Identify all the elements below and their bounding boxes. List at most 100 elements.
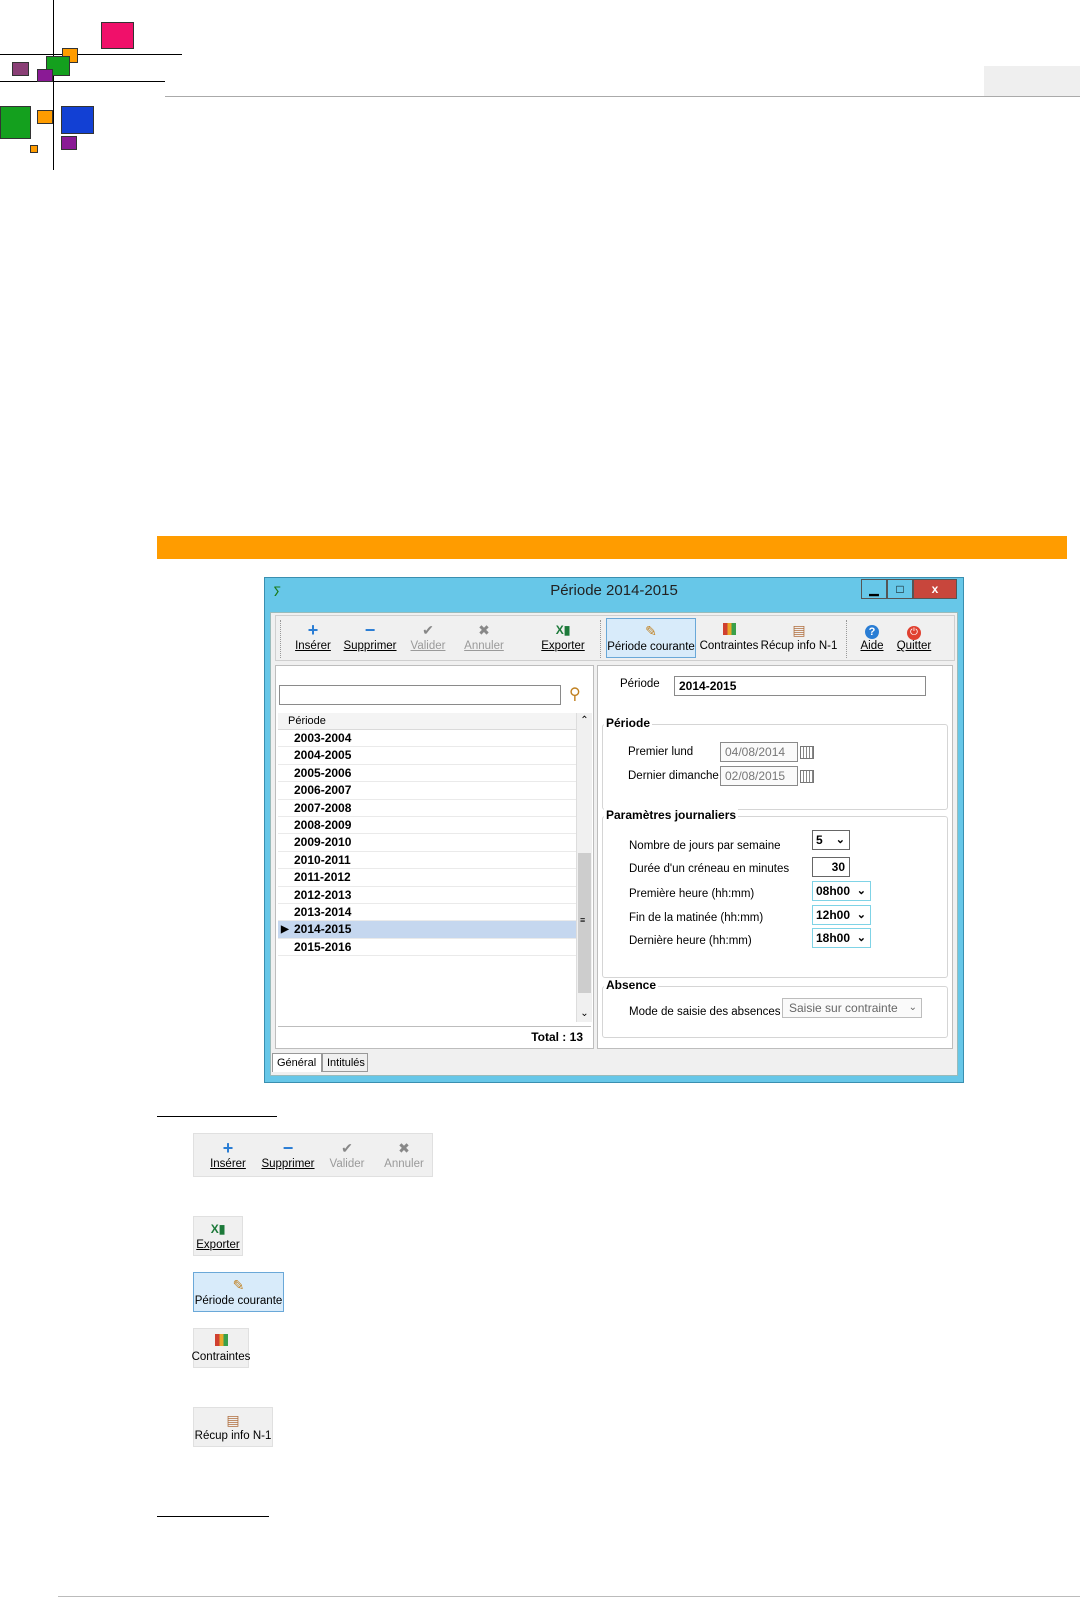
row-label: 2010-2011 (294, 852, 351, 867)
list-row[interactable]: ▶ 2014-2015 (278, 921, 576, 939)
edit-icon: ✎ (232, 1277, 245, 1293)
group-periode-title: Période (604, 716, 653, 730)
help-button[interactable]: ? Aide (856, 618, 888, 658)
row-label: 2006-2007 (294, 783, 352, 798)
duree-field[interactable]: 30 (812, 857, 850, 877)
total-count: Total : 13 (278, 1026, 591, 1047)
cancel-button[interactable]: ✖ Annuler (462, 618, 506, 658)
period-list-panel: ⚲ Période 2003-2004 2004-2005 2005-2006 200… (275, 665, 594, 1049)
periode-label: Période (620, 678, 660, 690)
tab-intitules[interactable]: Intitulés (322, 1053, 368, 1072)
list-row[interactable]: 2005-2006 (278, 765, 576, 783)
quit-button[interactable]: ⏻ Quitter (894, 618, 934, 658)
tab-general[interactable]: Général (272, 1053, 322, 1072)
row-label: 2004-2005 (294, 748, 352, 763)
power-icon: ⏻ (907, 621, 921, 640)
check-icon: ✔ (422, 622, 434, 638)
current-period-button[interactable]: ✎ Période courante (606, 618, 696, 658)
mode-absence-label: Mode de saisie des absences (629, 1006, 781, 1018)
row-label: 2005-2006 (294, 765, 352, 780)
help-icon: ? (865, 621, 879, 639)
section-underline (157, 1116, 277, 1117)
plus-icon: + (222, 1138, 234, 1158)
export-button[interactable]: X▮ Exporter (538, 618, 588, 658)
derniere-heure-select[interactable]: 18h00 ⌄ (812, 928, 871, 948)
chevron-down-icon: ⌄ (856, 885, 866, 897)
constraints-button[interactable]: Contraintes (700, 618, 758, 658)
calendar-icon[interactable] (800, 770, 814, 783)
delete-button[interactable]: − Supprimer (342, 618, 398, 658)
mode-absence-select[interactable]: Saisie sur contrainte ⌄ (782, 998, 922, 1018)
chevron-down-icon: ⌄ (835, 834, 845, 846)
row-pointer-icon: ▶ (281, 924, 289, 936)
grid-icon (722, 621, 736, 639)
maximize-button[interactable]: □ (887, 579, 913, 599)
list-row[interactable]: 2006-2007 (278, 782, 576, 800)
list-row[interactable]: 2007-2008 (278, 800, 576, 817)
list-scrollbar[interactable]: ⌃ ≡ ⌄ (576, 713, 592, 1022)
row-label: 2012-2013 (294, 887, 352, 902)
search-input[interactable] (279, 685, 561, 705)
row-label: 2009-2010 (294, 835, 352, 850)
chevron-down-icon: ⌄ (856, 909, 866, 921)
premiere-heure-label: Première heure (hh:mm) (629, 888, 755, 900)
excel-icon: X▮ (555, 623, 571, 637)
derniere-heure-label: Dernière heure (hh:mm) (629, 935, 752, 947)
jours-select[interactable]: 5 ⌄ (812, 830, 850, 850)
validate-button[interactable]: ✔ Valider (408, 618, 448, 658)
list-row[interactable]: 2012-2013 (278, 887, 576, 904)
recup-button[interactable]: ▤ Récup info N-1 (761, 618, 838, 658)
scroll-up-icon[interactable]: ⌃ (577, 713, 592, 729)
group-params-title: Paramètres journaliers (604, 808, 739, 822)
list-row[interactable]: 2011-2012 (278, 869, 576, 887)
column-header-periode[interactable]: Période (278, 713, 576, 730)
plus-icon: + (307, 620, 319, 640)
list-row[interactable]: 2010-2011 (278, 852, 576, 870)
minimize-button[interactable]: ▁ (861, 579, 887, 599)
page-number-box (984, 66, 1080, 96)
periode-field[interactable] (674, 676, 926, 696)
list-row[interactable]: 2013-2014 (278, 904, 576, 922)
legend-delete: − Supprimer (261, 1138, 315, 1170)
footer-rule (58, 1596, 1080, 1597)
list-row[interactable]: 2008-2009 (278, 817, 576, 835)
toolbar: + Insérer − Supprimer ✔ Valider ✖ Annule… (275, 615, 955, 661)
cross-icon: ✖ (398, 1140, 410, 1156)
legend-cancel: ✖ Annuler (384, 1140, 424, 1170)
grid-icon (214, 1332, 228, 1350)
list-row[interactable]: 2003-2004 (278, 730, 576, 748)
legend-current-period: ✎ Période courante (193, 1272, 284, 1312)
legend-constraints: Contraintes (192, 1328, 250, 1368)
excel-icon: X▮ (210, 1222, 226, 1236)
row-label: 2014-2015 (294, 922, 352, 937)
row-label: 2003-2004 (294, 731, 352, 745)
fin-matinee-select[interactable]: 12h00 ⌄ (812, 905, 871, 925)
dernier-dimanche-field[interactable]: 02/08/2015 (720, 766, 798, 786)
premier-lundi-field[interactable]: 04/08/2014 (720, 742, 798, 762)
toolbar-separator (600, 620, 602, 658)
list-row[interactable]: 2004-2005 (278, 747, 576, 765)
scroll-down-icon[interactable]: ⌄ (577, 1006, 592, 1022)
group-absence-title: Absence (604, 978, 659, 992)
premier-lundi-label: Premier lund (628, 746, 694, 758)
close-button[interactable]: x (913, 579, 957, 599)
list-row[interactable]: 2009-2010 (278, 834, 576, 852)
row-label: 2008-2009 (294, 817, 352, 832)
insert-button[interactable]: + Insérer (290, 618, 336, 658)
window-client: + Insérer − Supprimer ✔ Valider ✖ Annule… (270, 612, 958, 1076)
search-icon[interactable]: ⚲ (569, 684, 581, 704)
list-row[interactable]: 2015-2016 (278, 939, 576, 957)
minus-icon: − (282, 1138, 294, 1158)
jours-label: Nombre de jours par semaine (629, 840, 781, 852)
row-label: 2007-2008 (294, 800, 352, 815)
scroll-thumb[interactable]: ≡ (578, 853, 591, 993)
period-form-panel: Période Période Premier lund 04/08/2014 … (597, 665, 953, 1049)
calendar-icon[interactable] (800, 746, 814, 759)
check-icon: ✔ (341, 1140, 353, 1156)
chevron-down-icon: ⌄ (908, 1002, 917, 1013)
clipboard-icon: ▤ (226, 1412, 240, 1428)
section-underline (157, 1516, 269, 1517)
premiere-heure-select[interactable]: 08h00 ⌄ (812, 881, 871, 901)
edit-icon: ✎ (645, 623, 657, 639)
period-rows: 2003-2004 2004-2005 2005-2006 2006-2007 2007… (278, 730, 576, 957)
